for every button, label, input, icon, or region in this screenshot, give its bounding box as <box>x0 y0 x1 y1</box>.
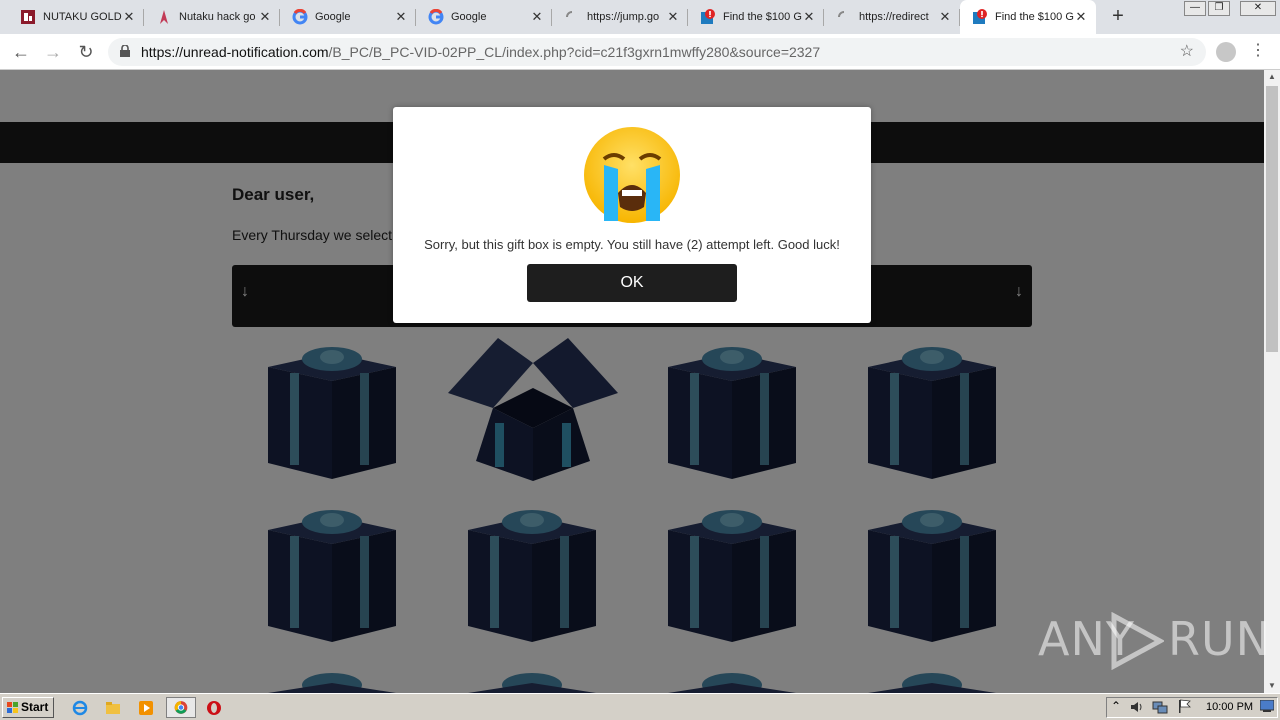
network-icon[interactable] <box>1152 700 1168 714</box>
tab-6[interactable]: https://redirect ✕ <box>824 0 960 34</box>
scroll-down-arrow-icon[interactable]: ▼ <box>1264 679 1280 693</box>
url-path: /B_PC/B_PC-VID-02PP_CL/index.php?cid=c21… <box>328 44 821 60</box>
close-window-button[interactable]: ✕ <box>1240 1 1276 16</box>
modal-message: Sorry, but this gift box is empty. You s… <box>424 237 840 252</box>
tray-expand-icon[interactable]: ⌃ <box>1111 699 1121 713</box>
windows-flag-icon <box>7 702 18 713</box>
volume-icon[interactable] <box>1130 700 1144 714</box>
reload-button[interactable]: ↻ <box>74 40 98 64</box>
nutaku-icon <box>20 9 36 25</box>
google-icon <box>428 9 444 25</box>
tab-close-button[interactable]: ✕ <box>802 9 816 25</box>
start-label: Start <box>21 700 49 714</box>
minimize-button[interactable]: — <box>1184 1 1206 16</box>
tab-title: NUTAKU GOLD <box>43 11 122 23</box>
forward-button[interactable]: → <box>41 40 65 64</box>
address-bar[interactable]: https://unread-notification.com/B_PC/B_P… <box>108 38 1206 66</box>
tab-close-button[interactable]: ✕ <box>258 9 272 25</box>
tab-title: Google <box>315 11 351 23</box>
tab-close-button[interactable]: ✕ <box>530 9 544 25</box>
new-tab-button[interactable]: + <box>1106 5 1130 29</box>
watermark-right: RUN <box>1168 612 1272 666</box>
scroll-up-arrow-icon[interactable]: ▲ <box>1264 70 1280 84</box>
taskbar: Start ⌃ 10:00 PM <box>0 693 1280 720</box>
restore-button[interactable]: ❐ <box>1208 1 1230 16</box>
browser-menu-icon[interactable]: ⋮ <box>1250 42 1266 60</box>
tab-close-button[interactable]: ✕ <box>394 9 408 25</box>
tab-title: Nutaku hack go <box>179 11 256 23</box>
google-icon <box>292 9 308 25</box>
result-modal: Sorry, but this gift box is empty. You s… <box>393 107 871 323</box>
media-player-icon[interactable] <box>138 700 154 716</box>
nutaku-hack-icon <box>156 9 172 25</box>
folder-icon[interactable] <box>105 700 121 716</box>
alert-icon <box>972 9 988 25</box>
loading-icon <box>836 9 852 25</box>
clock: 10:00 PM <box>1206 701 1254 713</box>
browser-toolbar: ← → ↻ https://unread-notification.com/B_… <box>0 34 1280 70</box>
action-center-flag-icon[interactable] <box>1178 699 1192 714</box>
tab-title: https://jump.go <box>587 11 660 23</box>
tab-0[interactable]: NUTAKU GOLD ✕ <box>8 0 144 34</box>
tab-title: Find the $100 G <box>723 11 802 23</box>
opera-icon[interactable] <box>206 700 222 716</box>
scroll-thumb[interactable] <box>1266 86 1278 352</box>
ie-icon[interactable] <box>72 700 88 716</box>
ok-button[interactable]: OK <box>527 264 737 302</box>
bookmark-star-icon[interactable]: ☆ <box>1180 41 1194 61</box>
tab-title: Find the $100 G <box>995 11 1074 23</box>
alert-icon <box>700 9 716 25</box>
start-button[interactable]: Start <box>2 697 54 718</box>
tab-4[interactable]: https://jump.go ✕ <box>552 0 688 34</box>
tab-1[interactable]: Nutaku hack go ✕ <box>144 0 280 34</box>
loading-icon <box>564 9 580 25</box>
loudly-crying-face-icon <box>584 127 680 223</box>
tab-3[interactable]: Google ✕ <box>416 0 552 34</box>
chrome-icon[interactable] <box>166 697 196 718</box>
tab-close-button[interactable]: ✕ <box>938 9 952 25</box>
tab-close-button[interactable]: ✕ <box>666 9 680 25</box>
watermark-play-icon <box>1111 612 1164 670</box>
profile-avatar-icon[interactable] <box>1216 42 1236 62</box>
url-text[interactable]: https://unread-notification.com/B_PC/B_P… <box>141 44 820 60</box>
tab-7-active[interactable]: Find the $100 G ✕ <box>960 0 1096 34</box>
page-scrollbar[interactable]: ▲ ▼ <box>1264 70 1280 693</box>
tab-5[interactable]: Find the $100 G ✕ <box>688 0 824 34</box>
tab-title: Google <box>451 11 487 23</box>
show-desktop-icon[interactable] <box>1260 700 1274 712</box>
tab-close-button[interactable]: ✕ <box>1074 9 1088 25</box>
tab-strip: NUTAKU GOLD ✕ Nutaku hack go ✕ Google ✕ … <box>0 0 1280 34</box>
back-button[interactable]: ← <box>9 40 33 64</box>
tab-close-button[interactable]: ✕ <box>122 9 136 25</box>
tab-title: https://redirect <box>859 11 929 23</box>
url-domain: https://unread-notification.com <box>141 44 329 60</box>
lock-icon <box>120 45 130 57</box>
tab-2[interactable]: Google ✕ <box>280 0 416 34</box>
